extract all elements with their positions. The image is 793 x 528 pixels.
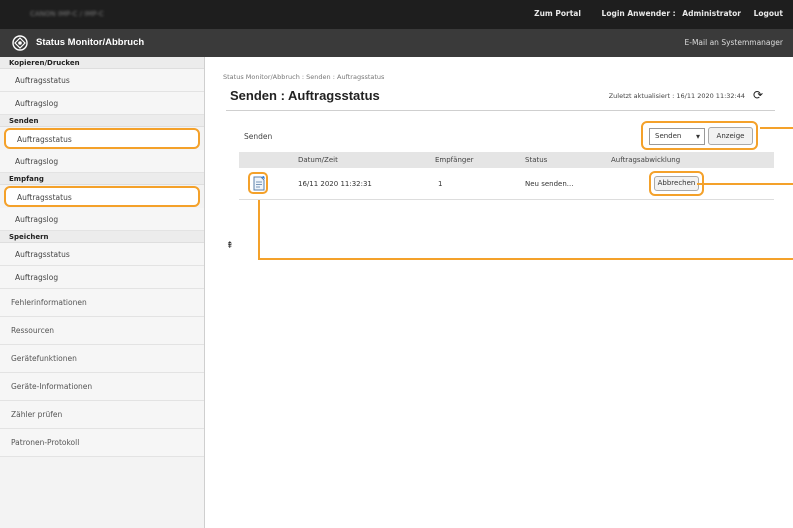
table-header: Datum/Zeit Empfänger Status Auftragsabwi…: [239, 152, 774, 168]
sidebar-section-store: Speichern: [0, 231, 204, 243]
sidebar-section-copy-print: Kopieren/Drucken: [0, 57, 204, 69]
title-bar: Status Monitor/Abbruch E-Mail an Systemm…: [0, 29, 793, 57]
job-status: Neu senden...: [525, 180, 574, 188]
callout-line-filter: [760, 127, 793, 129]
table-row: 16/11 2020 11:32:31 1 Neu senden... Abbr…: [239, 168, 774, 200]
cancel-job-button[interactable]: Abbrechen: [654, 176, 699, 191]
show-button[interactable]: Anzeige: [708, 127, 753, 145]
column-header-status: Status: [525, 156, 548, 164]
sidebar-item-error-info[interactable]: Fehlerinformationen: [0, 289, 204, 317]
job-type-select[interactable]: Senden ▾: [649, 128, 705, 145]
job-details-icon[interactable]: [248, 172, 268, 194]
sidebar-item-store-job-log[interactable]: Auftragslog: [0, 266, 204, 289]
top-links: Zum Portal Login Anwender : Administrato…: [524, 9, 783, 18]
sidebar-item-send-job-status[interactable]: Auftragsstatus: [4, 128, 200, 149]
breadcrumb: Status Monitor/Abbruch : Senden : Auftra…: [223, 73, 385, 81]
email-system-manager-link[interactable]: E-Mail an Systemmanager: [685, 38, 783, 47]
job-type-select-value: Senden: [655, 132, 682, 140]
sidebar-item-resources[interactable]: Ressourcen: [0, 317, 204, 345]
main-content: Status Monitor/Abbruch : Senden : Auftra…: [206, 57, 793, 528]
callout-line-cancel: [697, 183, 793, 185]
sidebar-item-store-job-status[interactable]: Auftragsstatus: [0, 243, 204, 266]
sidebar-item-device-features[interactable]: Gerätefunktionen: [0, 345, 204, 373]
app-title: Status Monitor/Abbruch: [36, 37, 145, 48]
sidebar-item-cartridge-log[interactable]: Patronen-Protokoll: [0, 429, 204, 457]
portal-link[interactable]: Zum Portal: [534, 9, 581, 18]
sidebar-section-send: Senden: [0, 115, 204, 127]
sidebar-item-receive-job-status[interactable]: Auftragsstatus: [4, 186, 200, 207]
last-updated-text: Zuletzt aktualisiert : 16/11 2020 11:32:…: [608, 92, 745, 100]
title-divider: [226, 110, 775, 111]
callout-line-details: [258, 258, 793, 260]
logout-link[interactable]: Logout: [754, 9, 783, 18]
callout-line-details-vertical: [258, 200, 260, 260]
status-monitor-logo-icon: [12, 35, 28, 51]
top-bar: CANON IMP-C / IMP-C Zum Portal Login Anw…: [0, 0, 793, 29]
scroll-to-top-icon[interactable]: ⇞: [226, 241, 234, 251]
column-header-job-action: Auftragsabwicklung: [611, 156, 681, 164]
sidebar: Kopieren/Drucken Auftragsstatus Auftrags…: [0, 57, 205, 528]
column-header-recipient: Empfänger: [435, 156, 474, 164]
job-recipient-count: 1: [438, 180, 443, 188]
device-name: CANON IMP-C / IMP-C: [30, 10, 104, 18]
sidebar-section-receive: Empfang: [0, 173, 204, 185]
sidebar-item-send-job-log[interactable]: Auftragslog: [0, 150, 204, 173]
login-user-label: Login Anwender :: [601, 9, 676, 18]
send-section-label: Senden: [244, 132, 273, 141]
column-header-datetime: Datum/Zeit: [298, 156, 338, 164]
refresh-icon[interactable]: ⟳: [753, 88, 763, 102]
job-datetime: 16/11 2020 11:32:31: [298, 180, 372, 188]
sidebar-item-copy-job-log[interactable]: Auftragslog: [0, 92, 204, 115]
sidebar-item-receive-job-log[interactable]: Auftragslog: [0, 208, 204, 231]
sidebar-item-check-counter[interactable]: Zähler prüfen: [0, 401, 204, 429]
chevron-down-icon: ▾: [695, 132, 700, 141]
sidebar-item-copy-job-status[interactable]: Auftragsstatus: [0, 69, 204, 92]
login-user-name: Administrator: [682, 9, 741, 18]
page-title: Senden : Auftragsstatus: [230, 88, 380, 103]
sidebar-item-device-info[interactable]: Geräte-Informationen: [0, 373, 204, 401]
